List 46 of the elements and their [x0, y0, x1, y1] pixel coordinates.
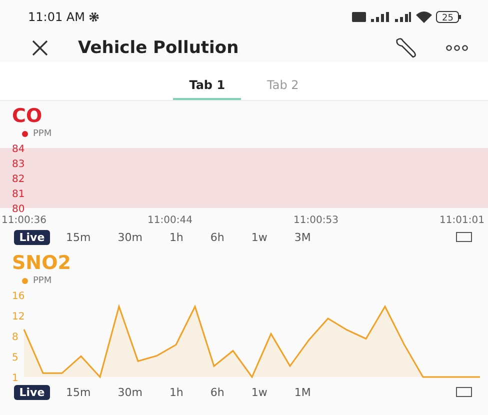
battery-icon: 25 — [436, 11, 462, 23]
y-axis-label: 84 — [12, 144, 25, 155]
close-icon[interactable] — [30, 38, 50, 58]
y-axis-label: 16 — [12, 291, 25, 302]
x-axis-label: 11:01:01 — [440, 215, 484, 226]
expand-icon[interactable] — [456, 232, 472, 242]
signal-icon — [394, 12, 412, 22]
more-icon[interactable] — [446, 44, 468, 52]
range-button[interactable]: 6h — [210, 230, 224, 244]
y-axis-label: 81 — [12, 189, 25, 200]
y-axis-label: 82 — [12, 174, 25, 185]
range-button[interactable]: 3M — [294, 230, 311, 244]
wifi-icon — [416, 11, 432, 23]
range-button[interactable]: 1h — [169, 230, 184, 244]
network-icon — [352, 12, 366, 22]
tab[interactable]: Tab 1 — [173, 76, 242, 100]
wrench-icon[interactable] — [394, 37, 418, 59]
range-button[interactable]: 6h — [210, 384, 224, 400]
y-axis-label: 12 — [12, 312, 25, 322]
expand-icon[interactable] — [456, 387, 472, 397]
chart-title: CO — [11, 104, 44, 127]
signal-icon — [370, 12, 390, 22]
range-button[interactable]: Live — [14, 384, 50, 400]
legend-label: PPM — [33, 276, 52, 286]
range-button[interactable]: 1w — [251, 384, 268, 400]
legend-label: PPM — [33, 128, 52, 138]
range-button[interactable]: 15m — [66, 384, 91, 400]
x-axis-label: 11:00:53 — [294, 215, 338, 226]
x-axis-label: 11:00:44 — [148, 215, 192, 226]
range-button[interactable]: 1w — [251, 230, 268, 244]
y-axis-label: 83 — [12, 159, 25, 170]
range-button[interactable]: 30m — [118, 384, 142, 400]
range-button[interactable]: 1h — [169, 384, 184, 400]
page-title: Vehicle Pollution — [78, 38, 240, 58]
y-axis-label: 8 — [12, 332, 18, 343]
y-axis-label: 1 — [12, 373, 18, 381]
y-axis-label: 5 — [12, 352, 18, 364]
chart-title: SNO2 — [11, 251, 72, 274]
y-axis-label: 80 — [12, 204, 25, 215]
range-button[interactable]: Live — [14, 230, 50, 244]
x-axis-label: 11:00:36 — [2, 215, 46, 226]
range-button[interactable]: 30m — [118, 230, 142, 244]
gear-icon — [88, 12, 99, 22]
status-time: 11:01 AM — [28, 10, 85, 24]
range-button[interactable]: 15m — [66, 230, 91, 244]
range-button[interactable]: 1M — [294, 384, 311, 400]
